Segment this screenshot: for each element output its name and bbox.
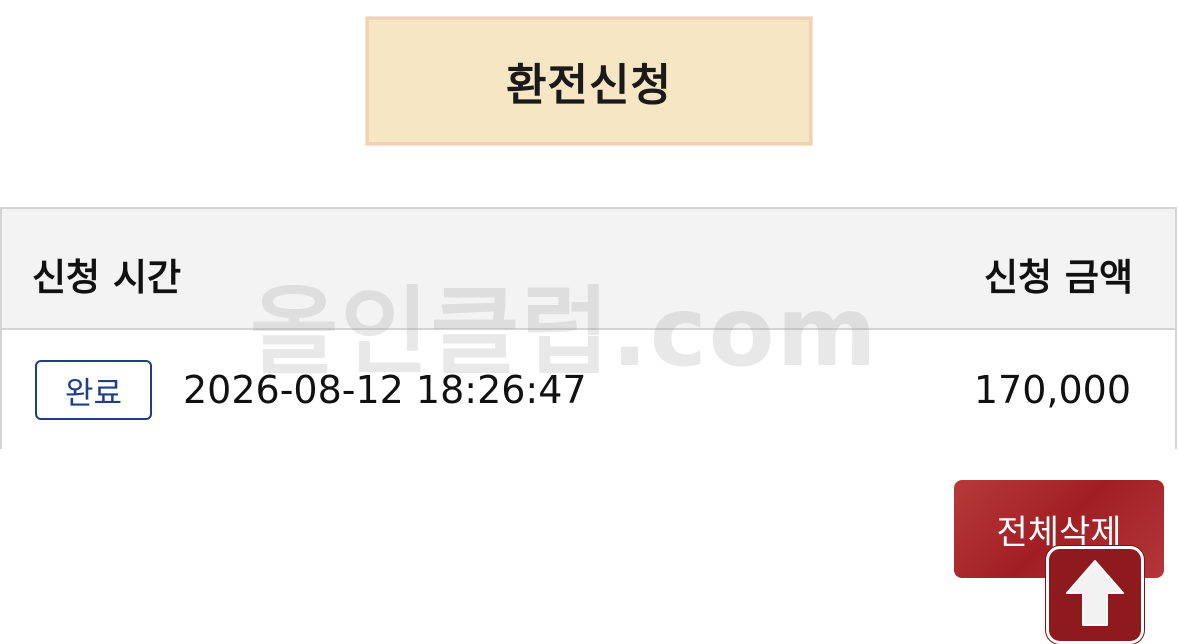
status-badge: 완료 [35, 360, 152, 420]
scroll-to-top-button[interactable] [1046, 546, 1144, 644]
page-title-box: 환전신청 [366, 17, 812, 145]
request-amount: 170,000 [973, 368, 1131, 412]
table-row: 완료 2026-08-12 18:26:47 170,000 [2, 330, 1175, 449]
column-header-time: 신청 시간 [32, 256, 182, 299]
page-title: 환전신청 [506, 60, 672, 111]
table-header: 신청 시간 신청 금액 [2, 209, 1175, 330]
arrow-up-icon [1066, 560, 1124, 626]
request-datetime: 2026-08-12 18:26:47 [183, 368, 587, 412]
exchange-request-table: 신청 시간 신청 금액 완료 2026-08-12 18:26:47 170,0… [0, 207, 1177, 449]
column-header-amount: 신청 금액 [983, 256, 1133, 299]
